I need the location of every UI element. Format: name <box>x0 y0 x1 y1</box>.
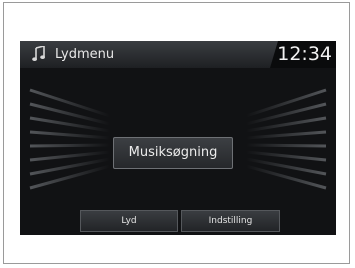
header-bar: Lydmenu 12:34 <box>20 41 336 68</box>
audio-screen: Lydmenu 12:34 Musiksøgning Lyd Indstilli… <box>20 41 336 235</box>
page-title: Lydmenu <box>55 47 115 62</box>
music-search-button[interactable]: Musiksøgning <box>113 137 233 169</box>
clock: 12:34 <box>277 43 332 65</box>
tab-indstilling[interactable]: Indstilling <box>181 210 280 232</box>
tab-lyd[interactable]: Lyd <box>80 210 178 232</box>
clock-panel: 12:34 <box>270 41 336 68</box>
music-note-icon <box>32 46 45 61</box>
bottom-tab-bar: Lyd Indstilling <box>20 210 336 235</box>
